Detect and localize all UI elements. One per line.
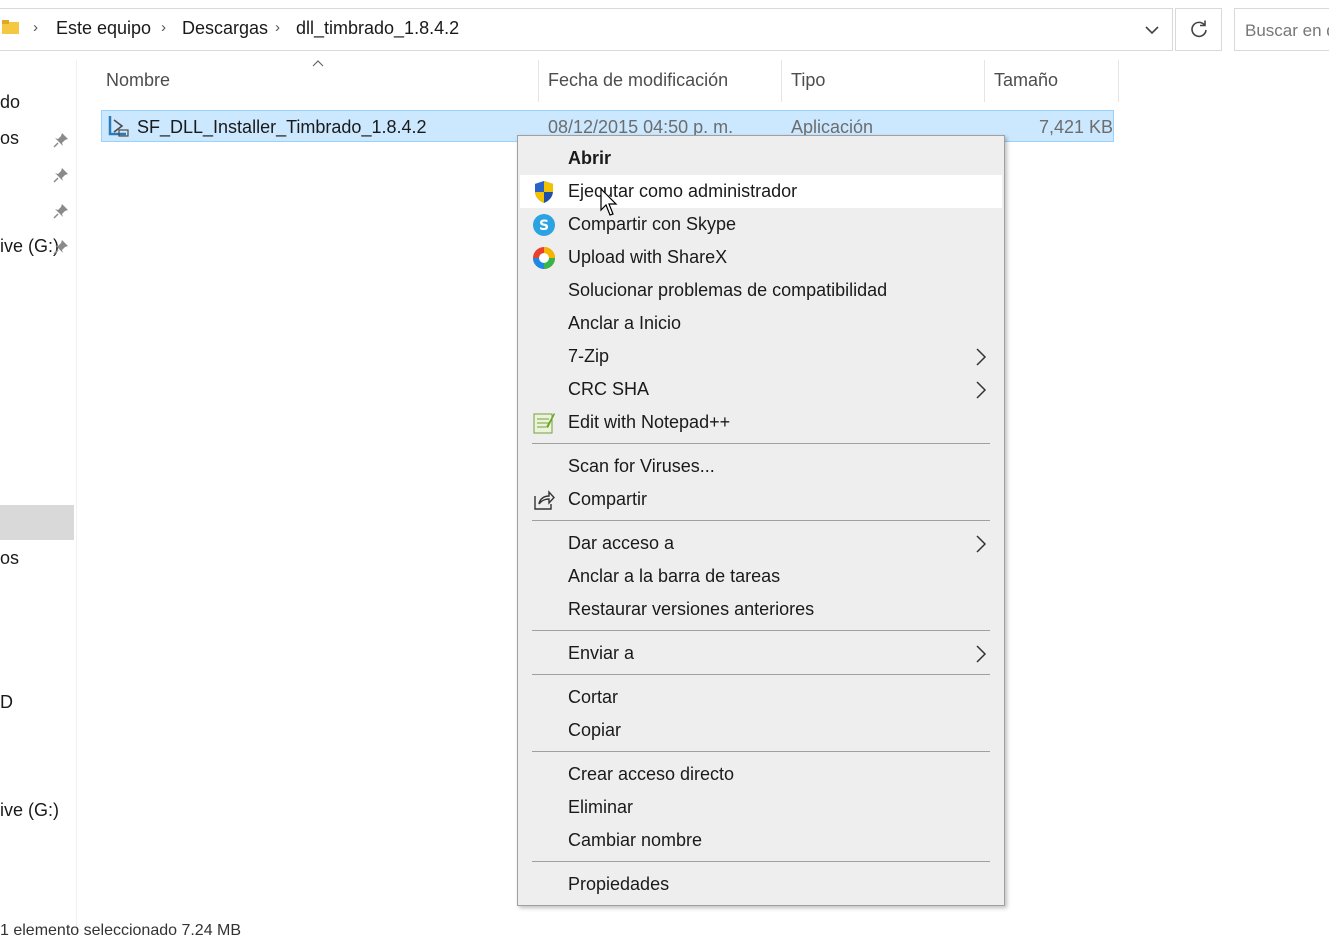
nav-selected-item[interactable]	[0, 505, 74, 540]
navigation-pane: do os ive (G:) os D ive (G:)	[0, 60, 75, 932]
nav-item[interactable]: D	[0, 692, 13, 713]
search-placeholder: Buscar en d	[1245, 21, 1329, 40]
menu-item-compartir[interactable]: Compartir	[518, 483, 1004, 516]
menu-item-anclar-barra-tareas[interactable]: Anclar a la barra de tareas	[518, 560, 1004, 593]
breadcrumb-chevron-icon[interactable]: ›	[161, 19, 166, 36]
breadcrumb-current-folder[interactable]: dll_timbrado_1.8.4.2	[296, 18, 459, 39]
menu-item-label: 7-Zip	[568, 346, 610, 366]
sharex-icon	[533, 247, 555, 269]
column-header-size[interactable]: Tamaño	[994, 70, 1058, 91]
column-header-name[interactable]: Nombre	[106, 70, 170, 91]
installer-app-icon	[108, 116, 129, 137]
menu-item-label: Enviar a	[568, 643, 635, 663]
menu-item-cortar[interactable]: Cortar	[518, 681, 1004, 714]
column-header-type[interactable]: Tipo	[791, 70, 825, 91]
menu-item-label: Abrir	[568, 148, 612, 168]
status-bar-text: 1 elemento seleccionado 7.24 MB	[0, 922, 242, 939]
nav-item[interactable]: ive (G:)	[0, 800, 59, 821]
menu-item-anclar-a-inicio[interactable]: Anclar a Inicio	[518, 307, 1004, 340]
menu-item-copiar[interactable]: Copiar	[518, 714, 1004, 747]
menu-separator	[532, 674, 990, 675]
menu-separator	[532, 630, 990, 631]
submenu-arrow-icon	[976, 645, 987, 663]
menu-item-label: Upload with ShareX	[568, 247, 728, 267]
menu-separator	[532, 443, 990, 444]
skype-icon: S	[533, 214, 555, 236]
menu-item-7-zip[interactable]: 7-Zip	[518, 340, 1004, 373]
menu-item-solucionar-problemas[interactable]: Solucionar problemas de compatibilidad	[518, 274, 1004, 307]
breadcrumb-descargas[interactable]: Descargas	[182, 18, 268, 39]
column-header-modified[interactable]: Fecha de modificación	[548, 70, 728, 91]
menu-item-eliminar[interactable]: Eliminar	[518, 791, 1004, 824]
menu-item-ejecutar-como-administrador[interactable]: Ejecutar como administrador	[520, 175, 1002, 208]
uac-shield-icon	[535, 181, 553, 203]
svg-text:S: S	[539, 218, 549, 234]
nav-item[interactable]: os	[0, 128, 19, 149]
folder-icon	[2, 20, 19, 34]
pane-divider[interactable]	[76, 60, 77, 932]
menu-item-propiedades[interactable]: Propiedades	[518, 868, 1004, 901]
submenu-arrow-icon	[976, 381, 987, 399]
menu-item-label: Restaurar versiones anteriores	[568, 599, 815, 619]
menu-item-cambiar-nombre[interactable]: Cambiar nombre	[518, 824, 1004, 857]
menu-item-label: Solucionar problemas de compatibilidad	[568, 280, 888, 300]
pin-icon[interactable]	[53, 132, 69, 148]
search-input[interactable]: Buscar en d	[1234, 8, 1329, 51]
menu-item-compartir-con-skype[interactable]: S Compartir con Skype	[518, 208, 1004, 241]
menu-item-crc-sha[interactable]: CRC SHA	[518, 373, 1004, 406]
column-divider[interactable]	[538, 60, 539, 102]
refresh-icon	[1191, 20, 1207, 38]
menu-item-edit-with-notepadpp[interactable]: Edit with Notepad++	[518, 406, 1004, 439]
breadcrumb-chevron-icon[interactable]: ›	[275, 19, 280, 36]
menu-item-label: Anclar a Inicio	[568, 313, 682, 333]
column-divider[interactable]	[1118, 60, 1119, 102]
menu-item-label: Eliminar	[568, 797, 634, 817]
menu-item-upload-with-sharex[interactable]: Upload with ShareX	[518, 241, 1004, 274]
context-menu: Abrir Ejecutar como administrador S Comp…	[517, 135, 1005, 906]
notepadpp-icon	[533, 413, 555, 434]
menu-separator	[532, 861, 990, 862]
pin-icon[interactable]	[53, 239, 69, 255]
menu-item-restaurar-versiones[interactable]: Restaurar versiones anteriores	[518, 593, 1004, 626]
column-divider[interactable]	[781, 60, 782, 102]
menu-item-label: CRC SHA	[568, 379, 650, 399]
menu-item-abrir[interactable]: Abrir	[518, 142, 1004, 175]
menu-item-dar-acceso-a[interactable]: Dar acceso a	[518, 527, 1004, 560]
menu-item-label: Dar acceso a	[568, 533, 675, 553]
nav-item[interactable]: do	[0, 92, 20, 113]
nav-item[interactable]: os	[0, 548, 19, 569]
menu-item-label: Cortar	[568, 687, 619, 707]
menu-separator	[532, 520, 990, 521]
menu-item-label: Edit with Notepad++	[568, 412, 731, 432]
file-size: 7,421 KB	[1039, 117, 1114, 137]
menu-separator	[532, 751, 990, 752]
share-icon	[534, 490, 555, 510]
menu-item-label: Compartir con Skype	[568, 214, 737, 234]
column-divider[interactable]	[984, 60, 985, 102]
file-name[interactable]: SF_DLL_Installer_Timbrado_1.8.4.2	[137, 117, 427, 138]
mouse-cursor-icon	[600, 188, 618, 216]
menu-item-crear-acceso-directo[interactable]: Crear acceso directo	[518, 758, 1004, 791]
menu-item-label: Scan for Viruses...	[568, 456, 715, 476]
breadcrumb-este-equipo[interactable]: Este equipo	[56, 18, 151, 39]
address-bar[interactable]	[0, 8, 1173, 51]
refresh-button[interactable]	[1175, 8, 1222, 51]
submenu-arrow-icon	[976, 535, 987, 553]
menu-item-label: Copiar	[568, 720, 622, 740]
menu-item-label: Crear acceso directo	[568, 764, 735, 784]
nav-item[interactable]: ive (G:)	[0, 236, 59, 257]
menu-item-label: Cambiar nombre	[568, 830, 703, 850]
menu-item-label: Propiedades	[568, 874, 670, 894]
breadcrumb-chevron-icon[interactable]: ›	[33, 19, 38, 36]
menu-item-scan-for-viruses[interactable]: Scan for Viruses...	[518, 450, 1004, 483]
pin-icon[interactable]	[53, 203, 69, 219]
menu-item-label: Anclar a la barra de tareas	[568, 566, 781, 586]
menu-item-enviar-a[interactable]: Enviar a	[518, 637, 1004, 670]
address-bar-row: › Este equipo › Descargas › dll_timbrado…	[0, 0, 1329, 60]
submenu-arrow-icon	[976, 348, 987, 366]
sort-ascending-icon	[312, 60, 324, 67]
chevron-down-icon[interactable]	[1138, 16, 1166, 44]
menu-item-label: Compartir	[568, 489, 648, 509]
pin-icon[interactable]	[53, 167, 69, 183]
